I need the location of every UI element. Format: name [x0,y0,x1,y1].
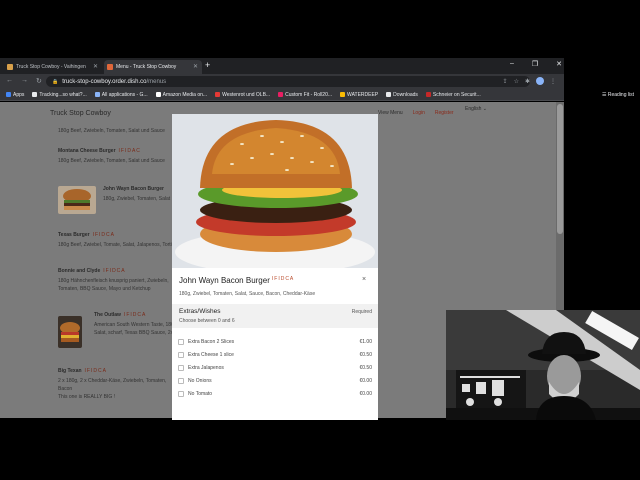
bookmark-favicon-icon [32,92,38,97]
allergen-tags: IFIDCA [271,276,295,282]
bookmark-custom-fit[interactable]: Custom Fit - Roll20... [278,92,332,98]
close-tab-icon[interactable]: ✕ [93,63,98,70]
checkbox[interactable] [178,339,184,345]
restaurant-name: Truck Stop Cowboy [50,110,111,117]
site-favicon-icon [107,64,113,70]
language-select[interactable]: English ⌄ [465,106,487,112]
tab-menu[interactable]: Menu - Truck Stop Cowboy ✕ [104,60,202,74]
extras-subtitle: Choose between 0 and 6 [179,318,235,324]
restore-icon[interactable]: ❐ [532,60,538,68]
back-icon[interactable]: ← [6,77,13,85]
view-menu-link[interactable]: View Menu [378,110,403,116]
menu-kebab-icon[interactable]: ⋮ [550,78,556,85]
checkbox[interactable] [178,365,184,371]
extra-option[interactable]: Extra Bacon 2 Slices €1.00 [178,337,372,347]
menu-item[interactable]: Big Texan IFIDCA 2 x 180g, 2 x Cheddar-Kä… [58,368,178,401]
screen: Truck Stop Cowboy - Vaihingen ✕ Menu - T… [0,0,640,480]
menu-item[interactable]: Montana Cheese Burger IFIDAC 180g Beef, Z… [58,148,178,165]
bookmarks-bar: Apps Tracking...so what?... All applicat… [0,89,564,101]
reading-list-button[interactable]: ☰ Reading list [602,92,634,98]
bookmark-downloads[interactable]: Downloads [386,92,418,98]
close-window-icon[interactable]: ✕ [556,60,562,68]
bookmark-favicon-icon [425,92,431,97]
lock-icon: 🔒 [52,78,59,85]
bookmark-favicon-icon [278,92,284,97]
forward-icon[interactable]: → [21,77,28,85]
bookmark-tracking[interactable]: Tracking...so what?... [32,92,87,98]
checkbox[interactable] [178,391,184,397]
reload-icon[interactable]: ↻ [36,77,42,85]
apps-grid-icon [6,92,11,97]
toolbar-actions: ⇪ ☆ ✱ ⋮ [503,77,556,85]
bookmark-apps[interactable]: Apps [6,92,24,98]
bookmark-amazon-media[interactable]: Amazon Media on... [155,92,207,98]
tab-truck-stop-vaihingen[interactable]: Truck Stop Cowboy - Vaihingen ✕ [4,60,102,74]
bookmark-favicon-icon [155,92,161,97]
extra-option[interactable]: Extra Jalapenos €0.50 [178,363,372,373]
bookmark-westenrot[interactable]: Westenrot und OLB... [215,92,270,98]
share-icon[interactable]: ⇪ [503,78,508,85]
close-icon[interactable]: × [362,276,366,283]
bookmark-schneier[interactable]: Schneier on Securit... [425,92,481,98]
top-nav: View Menu Login Register [378,110,454,116]
checkbox[interactable] [178,352,184,358]
tab-label: Truck Stop Cowboy - Vaihingen [16,64,86,70]
menu-item[interactable]: Texas Burger IFIDCA 180g Beef, Zwiebel, T… [58,232,178,249]
new-tab-icon[interactable]: + [205,61,210,70]
checkbox[interactable] [178,378,184,384]
nav-buttons: ← → ↻ [6,77,42,85]
extra-option[interactable]: No Tomato €0.00 [178,389,372,399]
address-bar-row: ← → ↻ 🔒 truck-stop-cowboy.order.dish.co /… [0,74,564,89]
extras-title: Extras/Wishes [179,308,221,315]
url-host: truck-stop-cowboy.order.dish.co [62,78,147,85]
close-tab-icon[interactable]: ✕ [193,63,198,70]
menu-item[interactable]: Bonnie and Clyde IFIDCA 180g Hähnchenflei… [58,268,178,293]
page-scrollbar-thumb[interactable] [557,104,563,234]
profile-avatar[interactable] [536,77,544,85]
minimize-icon[interactable]: – [510,60,514,68]
modal-description: 180g, Zwiebel, Tomaten, Salat, Sauce, Ba… [179,291,316,297]
bookmark-waterdeep[interactable]: WATERDEEP [340,92,378,98]
login-link[interactable]: Login [413,110,425,116]
extensions-icon[interactable]: ✱ [525,78,530,85]
browser-tab-bar: Truck Stop Cowboy - Vaihingen ✕ Menu - T… [0,58,564,74]
folder-icon [340,92,346,97]
modal-title: John Wayn Bacon Burger IFIDCA [179,276,295,285]
extras-header: Extras/Wishes Choose between 0 and 6 Req… [172,304,378,328]
register-link[interactable]: Register [435,110,454,116]
star-icon[interactable]: ☆ [514,78,519,85]
product-modal: John Wayn Bacon Burger IFIDCA × 180g, Zwi… [172,114,378,420]
tab-label: Menu - Truck Stop Cowboy [116,64,177,70]
url-input[interactable]: 🔒 truck-stop-cowboy.order.dish.co/menus [46,76,530,87]
burger-thumbnail[interactable] [58,186,96,214]
url-path: /menus [146,78,167,85]
bookmark-favicon-icon [94,92,100,97]
window-controls: – ❐ ✕ [510,60,562,68]
burger-thumbnail[interactable] [58,316,82,348]
webcam-overlay [446,310,640,420]
extra-option[interactable]: No Onions €0.00 [178,376,372,386]
bookmark-favicon-icon [215,92,221,97]
bookmark-all-applications[interactable]: All applications - G... [94,92,148,98]
extra-option[interactable]: Extra Cheese 1 slice €0.50 [178,350,372,360]
required-label: Required [351,309,372,315]
menu-item[interactable]: 180g Beef, Zwiebeln, Tomaten, Salat und … [58,124,178,135]
burger-photo [172,114,378,268]
download-icon [386,92,392,97]
site-favicon-icon [7,64,13,70]
